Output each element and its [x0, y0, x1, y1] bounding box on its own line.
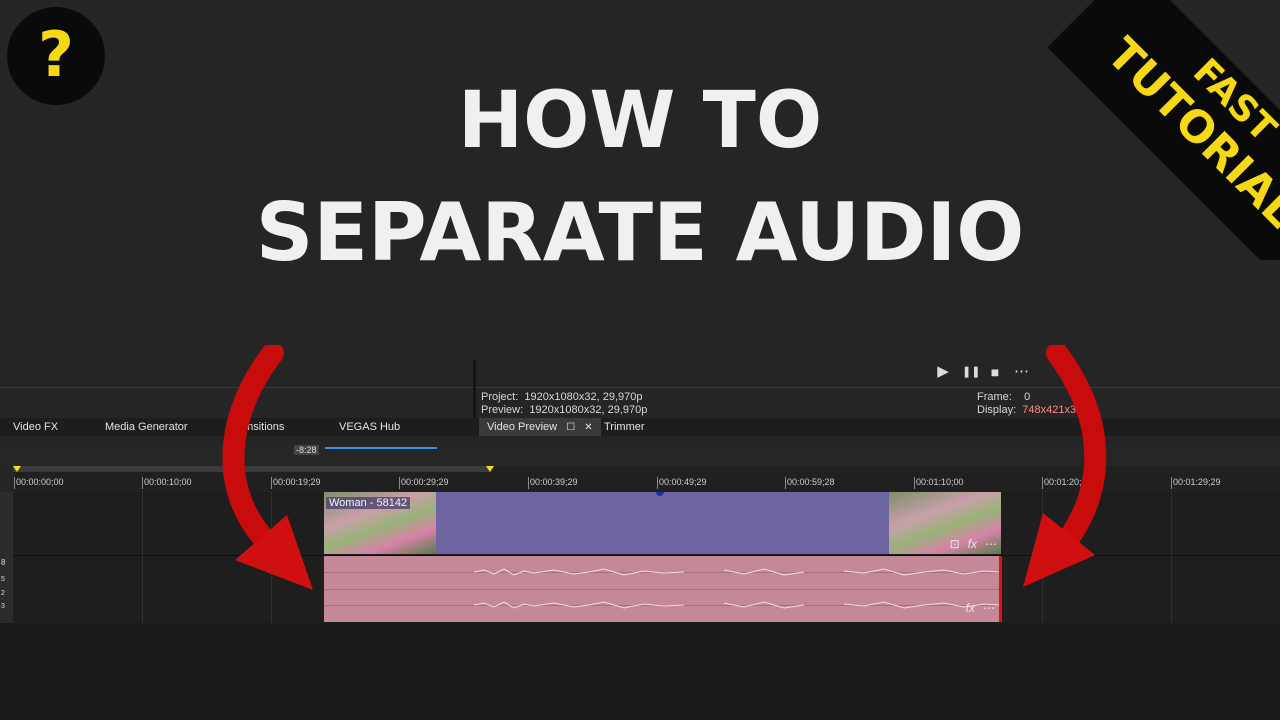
audio-event[interactable]: fx ⋯ [324, 556, 1001, 622]
ruler-label: 00:01:10;00 [916, 477, 964, 487]
panel-splitter[interactable] [473, 360, 476, 418]
project-value: 1920x1080x32, 29,970p [524, 391, 643, 403]
video-event[interactable]: Woman - 58142 ⊡ fx ⋯ [324, 492, 1001, 554]
ruler-tick [142, 477, 143, 489]
tab-media-generator[interactable]: Media Generator [105, 418, 188, 436]
ruler-tick [785, 477, 786, 489]
ruler-label: 00:01:29;29 [1173, 477, 1221, 487]
preview-properties: Project: 1920x1080x32, 29,970p Preview: … [481, 391, 647, 417]
track-header-strip[interactable]: 8 5 2 3 [0, 492, 13, 623]
video-clip-icons: ⊡ fx ⋯ [950, 537, 997, 551]
audio-more-icon[interactable]: ⋯ [983, 601, 995, 615]
more-icon[interactable]: ⋯ [985, 537, 997, 551]
audio-fx-icon[interactable]: fx [966, 601, 975, 615]
stop-icon[interactable]: ■ [988, 364, 1002, 380]
project-label: Project: [481, 391, 519, 403]
empty-track-area[interactable] [0, 623, 1280, 720]
display-label: Display: [977, 404, 1017, 416]
pause-icon[interactable]: ❚❚ [962, 364, 980, 380]
preview-value: 1920x1080x32, 29,970p [529, 404, 648, 416]
audio-waveform-right [473, 601, 1000, 609]
video-clip-label: Woman - 58142 [326, 497, 411, 509]
ruler-label: 00:00:59;28 [787, 477, 835, 487]
tab-video-preview-label: Video Preview [487, 421, 558, 433]
left-arrow-icon [222, 345, 313, 590]
audio-waveform-left [473, 568, 1000, 576]
ruler-label: 00:00:29;29 [401, 477, 449, 487]
play-icon[interactable]: ▶ [936, 364, 950, 380]
preview-label: Preview: [481, 404, 524, 416]
right-arrow-icon [1023, 345, 1107, 587]
tab-trimmer[interactable]: Trimmer [604, 418, 645, 436]
grid-line [1171, 492, 1172, 623]
ruler-tick [399, 477, 400, 489]
keyframe-marker[interactable] [656, 492, 664, 496]
ruler-tick [914, 477, 915, 489]
track-header-digit: 5 [1, 576, 5, 583]
track-header-digit: 3 [1, 603, 5, 610]
ruler-label: 00:00:00;00 [16, 477, 64, 487]
loop-end-marker[interactable] [486, 466, 494, 472]
tab-vegas-hub[interactable]: VEGAS Hub [339, 418, 400, 436]
selection-indicator [325, 447, 437, 449]
track-header-digit: 8 [1, 558, 6, 567]
ruler-label: 00:00:10;00 [144, 477, 192, 487]
ruler-tick [657, 477, 658, 489]
event-end-marker [999, 556, 1002, 622]
close-icon[interactable]: ✕ [584, 422, 592, 433]
track-header-digit: 2 [1, 590, 5, 597]
loop-start-marker[interactable] [13, 466, 21, 472]
crop-icon[interactable]: ⊡ [950, 537, 960, 551]
ruler-label: 00:00:39;29 [530, 477, 578, 487]
grid-line [142, 492, 143, 623]
undock-icon[interactable]: ☐ [566, 422, 575, 433]
frame-label: Frame: [977, 391, 1012, 403]
tab-video-preview[interactable]: Video Preview ☐ ✕ [479, 418, 601, 436]
audio-channel-divider [324, 589, 1001, 590]
tab-video-fx[interactable]: Video FX [13, 418, 58, 436]
fx-icon[interactable]: fx [968, 537, 977, 551]
ruler-label: 00:00:49;29 [659, 477, 707, 487]
ruler-tick [1171, 477, 1172, 489]
corner-ribbon: FAST TUTORIAL [1020, 0, 1280, 260]
ruler-tick [528, 477, 529, 489]
ruler-tick [14, 477, 15, 489]
